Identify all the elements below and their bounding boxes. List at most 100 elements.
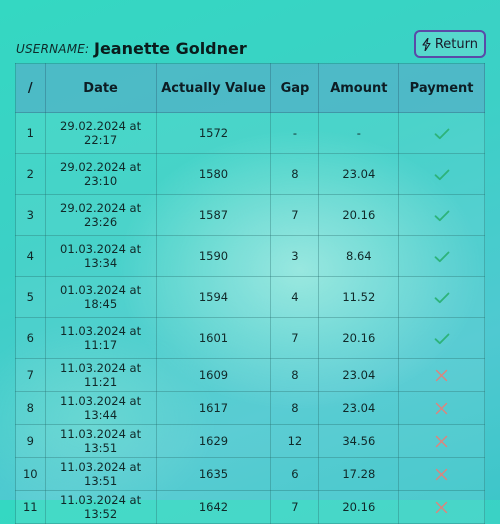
table-row: 9 11.03.2024 at 13:51 1629 12 34.56 bbox=[15, 424, 485, 458]
row-gap: 8 bbox=[270, 391, 320, 425]
row-payment bbox=[398, 194, 485, 236]
row-amount: 20.16 bbox=[318, 490, 400, 524]
row-amount: 34.56 bbox=[318, 424, 400, 458]
row-index: 2 bbox=[15, 153, 46, 195]
row-actual-value: 1587 bbox=[155, 194, 272, 236]
column-header-payment: Payment bbox=[398, 63, 485, 113]
return-button[interactable]: Return bbox=[413, 30, 486, 58]
table-row: 7 11.03.2024 at 11:21 1609 8 23.04 bbox=[15, 358, 485, 392]
column-header-actual-value: Actually Value bbox=[155, 63, 272, 113]
row-actual-value: 1601 bbox=[155, 317, 272, 359]
check-icon bbox=[434, 167, 450, 181]
row-date: 29.02.2024 at 22:17 bbox=[44, 112, 157, 154]
table-row: 8 11.03.2024 at 13:44 1617 8 23.04 bbox=[15, 391, 485, 425]
row-payment bbox=[398, 235, 485, 277]
column-header-date: Date bbox=[44, 63, 157, 113]
table-row: 6 11.03.2024 at 11:17 1601 7 20.16 bbox=[15, 317, 485, 359]
row-actual-value: 1590 bbox=[155, 235, 272, 277]
table-row: 10 11.03.2024 at 13:51 1635 6 17.28 bbox=[15, 457, 485, 491]
row-amount: 11.52 bbox=[318, 276, 400, 318]
table-row: 5 01.03.2024 at 18:45 1594 4 11.52 bbox=[15, 276, 485, 318]
row-index: 11 bbox=[15, 490, 46, 524]
cross-icon bbox=[435, 401, 448, 415]
row-date: 11.03.2024 at 13:51 bbox=[44, 424, 157, 458]
check-icon bbox=[434, 331, 450, 345]
row-date: 11.03.2024 at 11:21 bbox=[44, 358, 157, 392]
cross-icon bbox=[435, 434, 448, 448]
check-icon bbox=[434, 126, 450, 140]
row-date: 01.03.2024 at 13:34 bbox=[44, 235, 157, 277]
row-index: 3 bbox=[15, 194, 46, 236]
table-row: 2 29.02.2024 at 23:10 1580 8 23.04 bbox=[15, 153, 485, 195]
row-amount: 23.04 bbox=[318, 391, 400, 425]
row-actual-value: 1635 bbox=[155, 457, 272, 491]
row-index: 1 bbox=[15, 112, 46, 154]
table-body: 1 29.02.2024 at 22:17 1572- -2 29.02.2024 at… bbox=[15, 112, 485, 524]
row-index: 10 bbox=[15, 457, 46, 491]
row-date: 29.02.2024 at 23:26 bbox=[44, 194, 157, 236]
row-index: 6 bbox=[15, 317, 46, 359]
cross-icon bbox=[435, 368, 448, 382]
table-header-row: / Date Actually Value Gap Amount Payment bbox=[15, 63, 485, 113]
table-row: 3 29.02.2024 at 23:26 1587 7 20.16 bbox=[15, 194, 485, 236]
row-actual-value: 1609 bbox=[155, 358, 272, 392]
check-icon bbox=[434, 290, 450, 304]
row-amount: 23.04 bbox=[318, 153, 400, 195]
row-actual-value: 1572 bbox=[155, 112, 272, 154]
username: Jeanette Goldner bbox=[94, 39, 247, 58]
check-icon bbox=[434, 249, 450, 263]
row-gap: 6 bbox=[270, 457, 320, 491]
row-gap: 12 bbox=[270, 424, 320, 458]
row-actual-value: 1642 bbox=[155, 490, 272, 524]
lightning-icon bbox=[422, 37, 431, 51]
row-payment bbox=[398, 153, 485, 195]
column-header-gap: Gap bbox=[270, 63, 320, 113]
return-button-label: Return bbox=[434, 36, 478, 52]
row-actual-value: 1629 bbox=[155, 424, 272, 458]
row-actual-value: 1594 bbox=[155, 276, 272, 318]
row-index: 5 bbox=[15, 276, 46, 318]
cross-icon bbox=[435, 500, 448, 514]
row-amount: 17.28 bbox=[318, 457, 400, 491]
row-actual-value: 1580 bbox=[155, 153, 272, 195]
row-gap: 8 bbox=[270, 358, 320, 392]
row-gap: - bbox=[270, 112, 320, 154]
row-gap: 7 bbox=[270, 490, 320, 524]
payments-table: / Date Actually Value Gap Amount Payment… bbox=[15, 63, 485, 524]
row-index: 8 bbox=[15, 391, 46, 425]
check-icon bbox=[434, 208, 450, 222]
row-gap: 3 bbox=[270, 235, 320, 277]
table-row: 4 01.03.2024 at 13:34 1590 3 8.64 bbox=[15, 235, 485, 277]
column-header-amount: Amount bbox=[318, 63, 400, 113]
row-gap: 8 bbox=[270, 153, 320, 195]
row-date: 01.03.2024 at 18:45 bbox=[44, 276, 157, 318]
row-payment bbox=[398, 358, 485, 392]
row-payment bbox=[398, 317, 485, 359]
row-amount: 20.16 bbox=[318, 194, 400, 236]
column-header-index: / bbox=[15, 63, 46, 113]
row-payment bbox=[398, 490, 485, 524]
row-gap: 7 bbox=[270, 317, 320, 359]
username-label: USERNAME: bbox=[16, 42, 90, 56]
row-amount: 8.64 bbox=[318, 235, 400, 277]
row-index: 4 bbox=[15, 235, 46, 277]
cross-icon bbox=[435, 467, 448, 481]
row-payment bbox=[398, 391, 485, 425]
row-date: 11.03.2024 at 13:52 bbox=[44, 490, 157, 524]
row-gap: 7 bbox=[270, 194, 320, 236]
row-index: 7 bbox=[15, 358, 46, 392]
row-date: 11.03.2024 at 11:17 bbox=[44, 317, 157, 359]
row-gap: 4 bbox=[270, 276, 320, 318]
row-date: 29.02.2024 at 23:10 bbox=[44, 153, 157, 195]
row-payment bbox=[398, 276, 485, 318]
table-row: 1 29.02.2024 at 22:17 1572- - bbox=[15, 112, 485, 154]
row-amount: 20.16 bbox=[318, 317, 400, 359]
row-payment bbox=[398, 424, 485, 458]
row-amount: - bbox=[318, 112, 400, 154]
row-index: 9 bbox=[15, 424, 46, 458]
header: USERNAME: Jeanette Goldner Return bbox=[16, 30, 486, 64]
table-row: 11 11.03.2024 at 13:52 1642 7 20.16 bbox=[15, 490, 485, 524]
row-date: 11.03.2024 at 13:51 bbox=[44, 457, 157, 491]
row-payment bbox=[398, 112, 485, 154]
row-amount: 23.04 bbox=[318, 358, 400, 392]
